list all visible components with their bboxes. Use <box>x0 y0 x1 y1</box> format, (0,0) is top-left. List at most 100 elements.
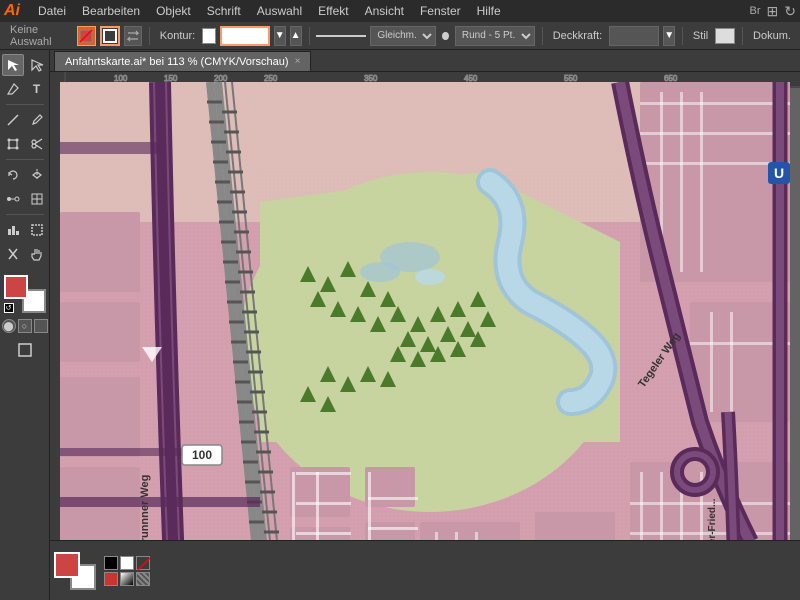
select-tool[interactable] <box>2 54 24 76</box>
swatch-row-1 <box>104 556 150 570</box>
menu-objekt[interactable]: Objekt <box>148 2 199 20</box>
swatch-white[interactable] <box>120 556 134 570</box>
swatch-red[interactable] <box>104 572 118 586</box>
menu-bar: Ai Datei Bearbeiten Objekt Schrift Auswa… <box>0 0 800 22</box>
tool-row-4 <box>2 133 48 155</box>
screen-mode-area <box>14 339 36 361</box>
color-picker-area: ↺ <box>4 275 46 313</box>
svg-text:Kaiser-Fried...: Kaiser-Fried... <box>707 498 718 540</box>
opacity-decrease-btn[interactable]: ▼ <box>663 26 675 46</box>
panel-color-area <box>54 552 96 590</box>
fill-color-btn[interactable] <box>77 26 95 46</box>
scissors-tool[interactable] <box>26 133 48 155</box>
opacity-input[interactable]: 100% <box>609 26 659 46</box>
transform-tool[interactable] <box>2 133 24 155</box>
panel-fg-swatch[interactable] <box>54 552 80 578</box>
tab-bar: Anfahrtskarte.ai* bei 113 % (CMYK/Vorsch… <box>50 50 800 72</box>
pen-tool[interactable] <box>2 78 24 100</box>
style-swatch[interactable] <box>715 28 735 44</box>
swatch-black[interactable] <box>104 556 118 570</box>
doc-area: Anfahrtskarte.ai* bei 113 % (CMYK/Vorsch… <box>50 50 800 600</box>
swatch-row-2 <box>104 572 150 586</box>
sep5 <box>742 27 743 45</box>
draw-mode-area: ⬤ ○ <box>2 319 48 333</box>
swatch-pattern[interactable] <box>136 572 150 586</box>
draw-behind-btn[interactable] <box>34 319 48 333</box>
slice-tool[interactable] <box>2 243 24 265</box>
tool-row-2: T <box>2 78 48 100</box>
bridge-icon[interactable]: Br <box>750 5 761 17</box>
hand-tool[interactable] <box>26 243 48 265</box>
tool-row-1 <box>2 54 48 76</box>
reset-colors-btn[interactable]: ↺ <box>4 303 14 313</box>
sep1 <box>149 27 150 45</box>
artboard-tool[interactable] <box>26 219 48 241</box>
eyedropper-tool[interactable] <box>26 109 48 131</box>
stroke-color-btn[interactable] <box>100 26 120 46</box>
mesh-tool[interactable] <box>26 188 48 210</box>
tool-row-7 <box>2 219 48 241</box>
blend-tool[interactable] <box>2 188 24 210</box>
stroke-color-swatch[interactable] <box>202 28 215 44</box>
screen-mode-btn[interactable] <box>14 339 36 361</box>
menu-bearbeiten[interactable]: Bearbeiten <box>74 2 148 20</box>
line-tool[interactable] <box>2 109 24 131</box>
cap-type-select[interactable]: Rund - 5 Pt. <box>455 26 535 46</box>
line-type-area <box>316 34 366 38</box>
menu-effekt[interactable]: Effekt <box>310 2 356 20</box>
tab-title: Anfahrtskarte.ai* bei 113 % (CMYK/Vorsch… <box>65 56 289 68</box>
right-icons: Br ⊞ ↻ <box>750 3 796 20</box>
main-area: T <box>0 50 800 600</box>
sep2 <box>309 27 310 45</box>
sync-icon[interactable]: ↻ <box>784 3 796 20</box>
stroke-decrease-btn[interactable]: ▼ <box>274 26 286 46</box>
app-logo: Ai <box>4 2 20 20</box>
tool-row-5 <box>2 164 48 186</box>
tool-sep-1 <box>6 104 44 105</box>
draw-normal-btn[interactable]: ⬤ <box>2 319 16 333</box>
tool-sep-2 <box>6 159 44 160</box>
swap-colors-btn[interactable] <box>124 26 142 46</box>
menu-auswahl[interactable]: Auswahl <box>249 2 310 20</box>
fg-color-swatch[interactable] <box>4 275 28 299</box>
tab-close-btn[interactable]: × <box>295 56 301 67</box>
graph-tool[interactable] <box>2 219 24 241</box>
options-bar: Keine Auswahl Kontur: 5 pt ▼ ▲ Gleichm. … <box>0 22 800 50</box>
svg-text:100: 100 <box>192 448 212 462</box>
tool-sep-3 <box>6 214 44 215</box>
swatch-gradient[interactable] <box>120 572 134 586</box>
panel-fg-bg <box>54 552 96 590</box>
tool-row-3 <box>2 109 48 131</box>
svg-text:Fürstenbrunnner Weg: Fürstenbrunnner Weg <box>139 475 151 540</box>
rotate-tool[interactable] <box>2 164 24 186</box>
tool-row-8 <box>2 243 48 265</box>
svg-text:U: U <box>774 165 784 181</box>
canvas-area[interactable]: 100 150 200 250 350 450 550 650 <box>50 72 800 540</box>
grid-icon[interactable]: ⊞ <box>767 3 779 20</box>
panel-swatches <box>104 556 150 586</box>
style-label: Stil <box>690 30 711 42</box>
line-type-select[interactable]: Gleichm. <box>370 26 436 46</box>
toolbox: T <box>0 50 50 600</box>
stroke-width-input[interactable]: 5 pt <box>220 26 270 46</box>
tool-row-6 <box>2 188 48 210</box>
kontur-label: Kontur: <box>157 30 198 42</box>
opacity-label: Deckkraft: <box>550 30 606 42</box>
menu-schrift[interactable]: Schrift <box>199 2 249 20</box>
direct-select-tool[interactable] <box>26 54 48 76</box>
document-label: Dokum. <box>750 30 794 42</box>
bottom-panel <box>50 540 800 600</box>
stroke-increase-btn[interactable]: ▲ <box>290 26 302 46</box>
sep4 <box>682 27 683 45</box>
menu-hilfe[interactable]: Hilfe <box>469 2 509 20</box>
draw-inside-btn[interactable]: ○ <box>18 319 32 333</box>
menu-datei[interactable]: Datei <box>30 2 74 20</box>
map-canvas: 100 Fürstenbrunnner Weg Tegeler Weg Span… <box>60 82 790 540</box>
text-tool[interactable]: T <box>26 78 48 100</box>
menu-fenster[interactable]: Fenster <box>412 2 469 20</box>
sep3 <box>542 27 543 45</box>
menu-ansicht[interactable]: Ansicht <box>357 2 412 20</box>
doc-tab-main[interactable]: Anfahrtskarte.ai* bei 113 % (CMYK/Vorsch… <box>54 51 311 71</box>
swatch-none[interactable] <box>136 556 150 570</box>
reflect-tool[interactable] <box>26 164 48 186</box>
